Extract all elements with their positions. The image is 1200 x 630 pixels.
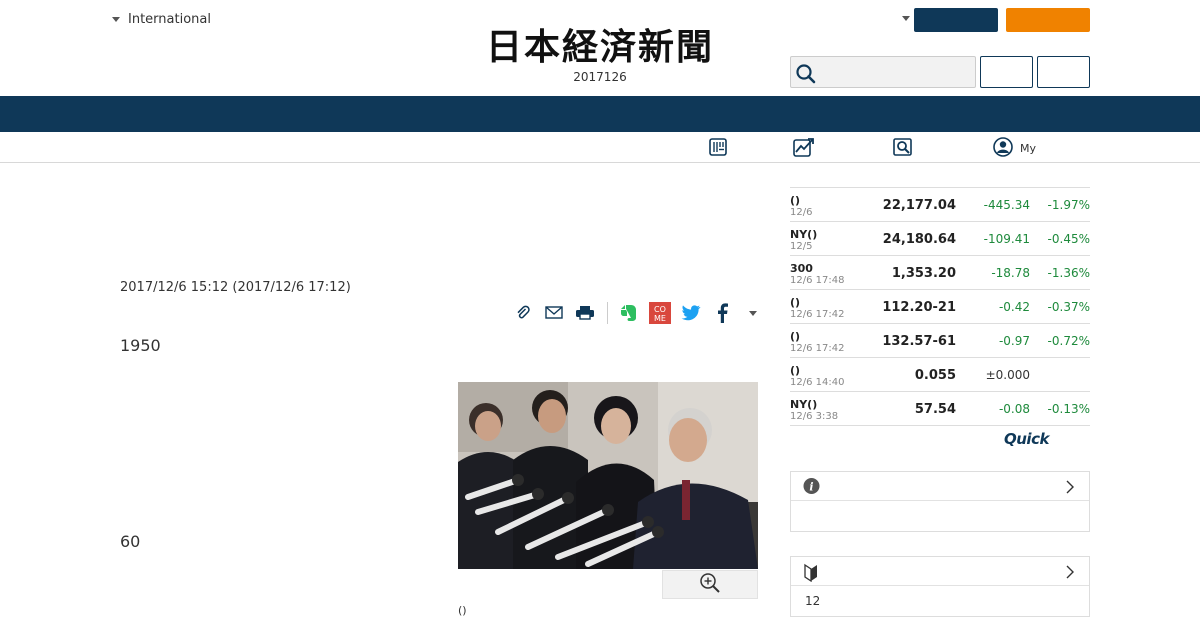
clip-icon[interactable]	[510, 300, 536, 326]
market-row[interactable]: 300 12/6 17:48 1,353.20 -18.78 -1.36%	[790, 256, 1090, 290]
market-change-percent: -0.37%	[1047, 300, 1090, 314]
svg-text:ME: ME	[654, 314, 666, 323]
share-divider	[607, 302, 608, 324]
edition-label: International	[128, 12, 211, 27]
info-icon: i	[803, 477, 821, 499]
info-panel-body	[791, 501, 1089, 531]
market-name: 300	[790, 262, 813, 275]
market-value: 132.57-61	[882, 334, 956, 349]
header-button-1[interactable]	[980, 56, 1033, 88]
chevron-right-icon	[1065, 564, 1075, 583]
edition-selector[interactable]: International	[112, 12, 211, 27]
market-name: ()	[790, 364, 801, 377]
main-navigation	[0, 96, 1200, 132]
market-row[interactable]: NY() 12/6 3:38 57.54 -0.08 -0.13%	[790, 392, 1090, 426]
market-change: -0.42	[998, 300, 1030, 314]
newspaper-icon	[708, 137, 728, 160]
article-paragraph: 1950	[120, 336, 161, 355]
market-change: ±0.000	[985, 368, 1030, 382]
beginner-panel: 12	[790, 556, 1090, 617]
search-icon[interactable]	[795, 63, 817, 89]
market-time: 12/6 17:42	[790, 343, 845, 354]
article-photo	[458, 382, 758, 569]
facebook-icon[interactable]	[709, 300, 735, 326]
login-button[interactable]	[914, 8, 998, 32]
article-timestamp: 2017/12/6 15:12 (2017/12/6 17:12)	[120, 280, 351, 295]
logo-wordmark: 日本経済新聞	[485, 26, 714, 68]
market-name: NY()	[790, 398, 818, 411]
caret-down-icon	[112, 17, 120, 22]
info-panel-header[interactable]: i	[791, 472, 1089, 501]
search-input[interactable]	[821, 61, 971, 83]
market-change-percent: -1.36%	[1047, 266, 1090, 280]
article-paragraph: 60	[120, 532, 141, 551]
svg-text:CO: CO	[654, 305, 666, 314]
search-field[interactable]	[790, 56, 976, 88]
photo-zoom-button[interactable]	[662, 570, 758, 599]
market-value: 24,180.64	[882, 232, 956, 247]
market-name: ()	[790, 330, 801, 343]
market-value: 112.20-21	[882, 300, 956, 315]
come-icon[interactable]: CO ME	[647, 300, 673, 326]
twitter-icon[interactable]	[678, 300, 704, 326]
my-label: My	[1020, 141, 1037, 155]
market-change-percent: -1.97%	[1047, 198, 1090, 212]
market-data-table: () 12/6 22,177.04 -445.34 -1.97% NY() 12/5 24,1…	[790, 187, 1090, 426]
market-value: 1,353.20	[891, 266, 956, 281]
market-change: -18.78	[991, 266, 1030, 280]
site-header: International 日本経済新聞 2017126	[0, 0, 1200, 96]
quick-logo[interactable]: Quick	[1004, 430, 1049, 448]
photo-caption: ()	[458, 604, 467, 617]
subscribe-button[interactable]	[1006, 8, 1090, 32]
market-row[interactable]: NY() 12/5 24,180.64 -109.41 -0.45%	[790, 222, 1090, 256]
print-icon[interactable]	[572, 300, 598, 326]
market-row[interactable]: () 12/6 14:40 0.055 ±0.000	[790, 358, 1090, 392]
header-button-2[interactable]	[1037, 56, 1090, 88]
market-change: -0.97	[998, 334, 1030, 348]
svg-text:i: i	[809, 481, 813, 494]
chevron-right-icon	[1065, 479, 1075, 498]
user-icon	[992, 136, 1014, 161]
market-change-percent: -0.13%	[1047, 402, 1090, 416]
header-date: 2017126	[573, 70, 627, 84]
sub-navigation: My	[0, 132, 1200, 163]
market-time: 12/5	[790, 241, 813, 252]
market-time: 12/6 3:38	[790, 411, 839, 422]
account-dropdown-icon[interactable]	[902, 16, 910, 21]
site-logo[interactable]: 日本経済新聞 2017126	[450, 26, 750, 84]
market-change-percent: -0.45%	[1047, 232, 1090, 246]
market-time: 12/6 14:40	[790, 377, 845, 388]
subnav-search[interactable]	[892, 136, 914, 160]
market-change: -109.41	[983, 232, 1030, 246]
more-share-icon[interactable]	[740, 300, 766, 326]
subnav-newspaper[interactable]	[708, 136, 728, 160]
beginner-panel-header[interactable]	[791, 557, 1089, 586]
market-change: -0.08	[998, 402, 1030, 416]
market-time: 12/6 17:42	[790, 309, 845, 320]
evernote-icon[interactable]	[616, 300, 642, 326]
market-value: 57.54	[914, 402, 956, 417]
market-change: -445.34	[983, 198, 1030, 212]
share-toolbar: CO ME	[510, 300, 771, 326]
beginner-panel-body: 12	[805, 594, 821, 608]
market-row[interactable]: () 12/6 17:42 112.20-21 -0.42 -0.37%	[790, 290, 1090, 324]
market-value: 22,177.04	[882, 198, 956, 213]
search-doc-icon	[892, 136, 914, 161]
mail-icon[interactable]	[541, 300, 567, 326]
market-time: 12/6 17:48	[790, 275, 845, 286]
info-panel: i	[790, 471, 1090, 532]
market-name: ()	[790, 296, 801, 309]
beginner-mark-icon	[803, 562, 819, 586]
subnav-markets[interactable]	[792, 136, 816, 160]
subnav-my[interactable]: My	[992, 136, 1036, 160]
market-time: 12/6	[790, 207, 813, 218]
market-name: NY()	[790, 228, 818, 241]
market-name: ()	[790, 194, 801, 207]
market-change-percent: -0.72%	[1047, 334, 1090, 348]
market-value: 0.055	[914, 368, 956, 383]
chart-icon	[792, 136, 816, 161]
market-row[interactable]: () 12/6 17:42 132.57-61 -0.97 -0.72%	[790, 324, 1090, 358]
market-row[interactable]: () 12/6 22,177.04 -445.34 -1.97%	[790, 188, 1090, 222]
zoom-in-icon	[699, 572, 721, 598]
